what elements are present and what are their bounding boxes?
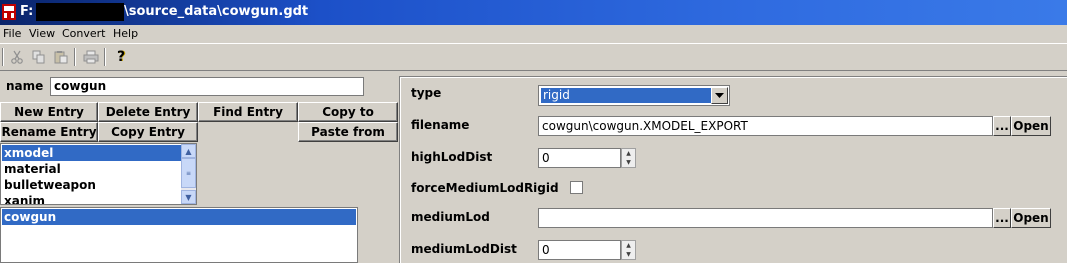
- name-input[interactable]: cowgun: [50, 77, 364, 96]
- help-glyph: ?: [116, 49, 126, 65]
- mediumloddist-stepper[interactable]: ▲ ▼: [621, 240, 636, 260]
- menu-view[interactable]: View: [29, 27, 55, 41]
- filename-label: filename: [411, 118, 470, 132]
- scroll-up-icon[interactable]: ▲: [181, 144, 196, 158]
- highloddist-label: highLodDist: [411, 150, 493, 164]
- stepper-down-icon[interactable]: ▼: [622, 250, 635, 259]
- list-item[interactable]: material: [2, 161, 182, 177]
- type-select-value: rigid: [541, 88, 711, 103]
- new-entry-button[interactable]: New Entry: [0, 102, 98, 122]
- menu-convert[interactable]: Convert: [62, 27, 106, 41]
- delete-entry-button[interactable]: Delete Entry: [98, 102, 198, 122]
- paste-from-button[interactable]: Paste from: [298, 122, 398, 142]
- filename-field[interactable]: cowgun\cowgun.XMODEL_EXPORT: [538, 116, 993, 136]
- menu-bar: File View Convert Help: [0, 25, 1067, 42]
- find-entry-button[interactable]: Find Entry: [198, 102, 298, 122]
- window-title-path: \source_data\cowgun.gdt: [124, 4, 309, 19]
- forcemediumlodrigid-checkbox[interactable]: [570, 181, 583, 194]
- title-bar[interactable]: F: \source_data\cowgun.gdt: [0, 0, 1067, 25]
- cut-icon[interactable]: [6, 47, 28, 67]
- gdf-type-list[interactable]: xmodel material bulletweapon xanim ▲ ≡ ▼: [0, 143, 197, 205]
- app-icon[interactable]: [2, 4, 16, 20]
- filename-open-button[interactable]: Open: [1011, 116, 1051, 136]
- menu-file[interactable]: File: [3, 27, 21, 41]
- entry-list[interactable]: cowgun: [0, 207, 358, 263]
- copy-entry-button[interactable]: Copy Entry: [98, 122, 198, 142]
- help-icon[interactable]: ?: [110, 47, 132, 67]
- mediumlod-open-button[interactable]: Open: [1011, 208, 1051, 228]
- scroll-thumb[interactable]: ≡: [181, 158, 196, 188]
- stepper-up-icon[interactable]: ▲: [622, 149, 635, 158]
- copy-icon[interactable]: [28, 47, 50, 67]
- scroll-down-icon[interactable]: ▼: [181, 190, 196, 204]
- copy-to-button[interactable]: Copy to: [298, 102, 398, 122]
- toolbar-grip: [2, 48, 4, 66]
- list-scrollbar[interactable]: ▲ ≡ ▼: [181, 144, 196, 204]
- list-item[interactable]: cowgun: [2, 209, 356, 225]
- mediumloddist-field[interactable]: 0: [538, 240, 621, 260]
- property-panel: [399, 76, 1067, 263]
- stepper-up-icon[interactable]: ▲: [622, 241, 635, 250]
- highloddist-stepper[interactable]: ▲ ▼: [621, 148, 636, 168]
- filename-browse-button[interactable]: ...: [993, 116, 1011, 136]
- mediumlod-label: mediumLod: [411, 210, 490, 224]
- chevron-down-icon[interactable]: [711, 87, 728, 104]
- toolbar-separator: [104, 48, 106, 66]
- toolbar: ?: [0, 43, 1067, 71]
- print-icon[interactable]: [80, 47, 102, 67]
- stepper-down-icon[interactable]: ▼: [622, 158, 635, 167]
- mediumlod-browse-button[interactable]: ...: [993, 208, 1011, 228]
- highloddist-field[interactable]: 0: [538, 148, 621, 168]
- list-item[interactable]: xanim: [2, 193, 182, 204]
- type-label: type: [411, 86, 442, 100]
- rename-entry-button[interactable]: Rename Entry: [0, 122, 98, 142]
- window-title-drive: F:: [20, 4, 34, 19]
- name-label: name: [6, 79, 44, 93]
- paste-icon[interactable]: [50, 47, 72, 67]
- toolbar-separator: [74, 48, 76, 66]
- menu-help[interactable]: Help: [113, 27, 138, 41]
- forcemediumlodrigid-label: forceMediumLodRigid: [411, 181, 559, 195]
- list-item[interactable]: xmodel: [2, 145, 182, 161]
- mediumloddist-label: mediumLodDist: [411, 242, 517, 256]
- mediumlod-field[interactable]: [538, 208, 993, 228]
- list-item[interactable]: bulletweapon: [2, 177, 182, 193]
- redacted-block: [36, 3, 124, 21]
